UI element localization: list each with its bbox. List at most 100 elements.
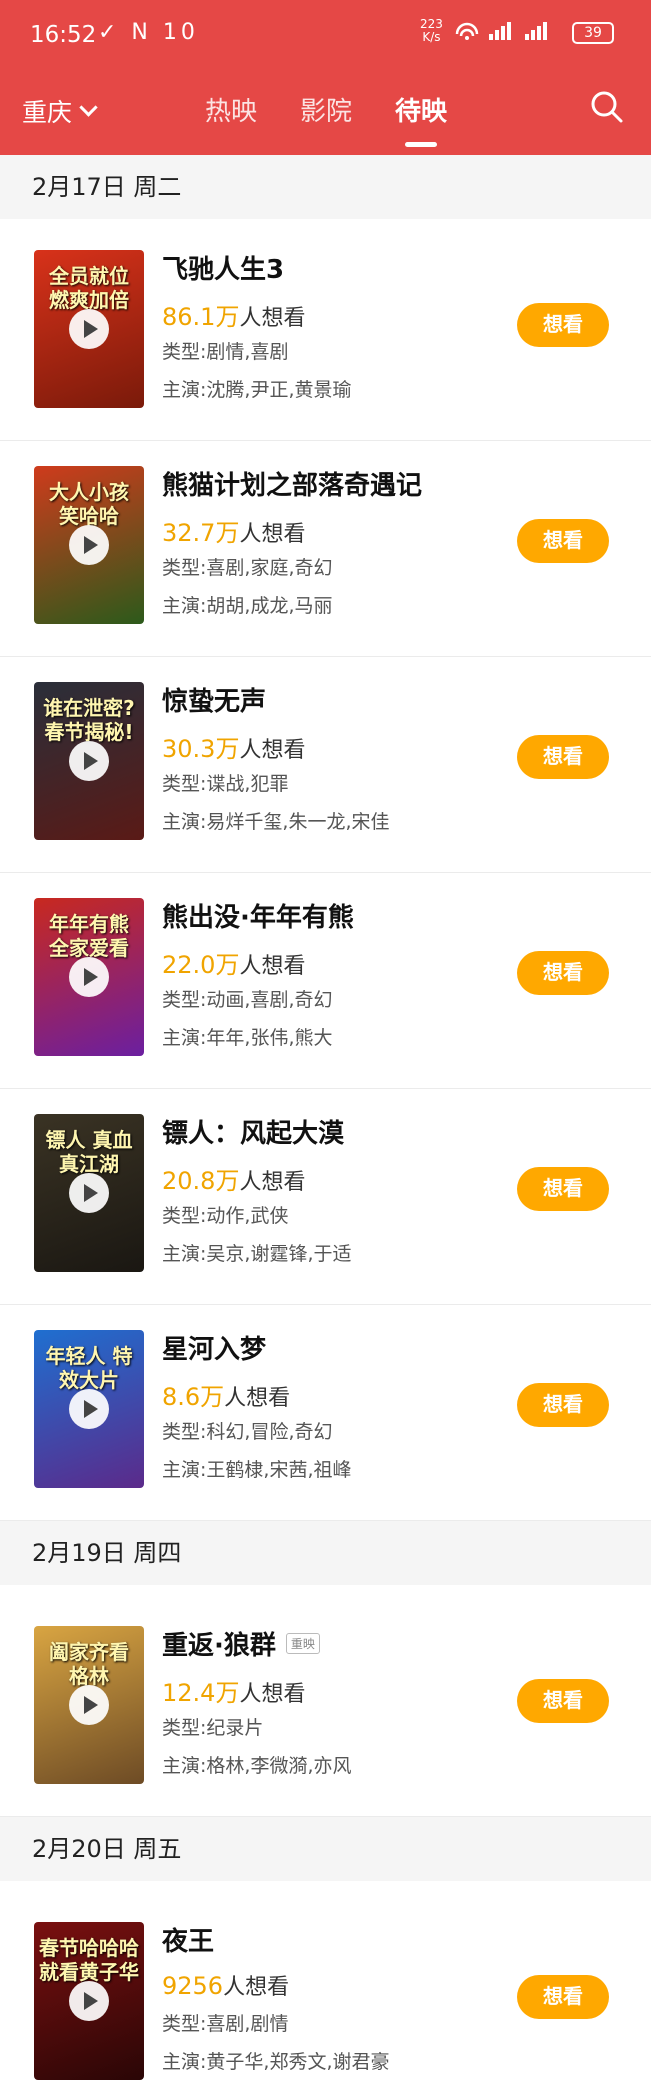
title-row: 夜王 [162,1917,502,1961]
play-icon[interactable] [69,525,109,565]
signal-wifi-icons [455,20,565,47]
title-row: 熊出没·年年有熊 [162,893,502,937]
movie-title[interactable]: 熊出没·年年有熊 [162,897,354,934]
date-header: 2月19日 周四 [0,1521,651,1585]
movie-poster[interactable]: 大人小孩 笑哈哈 [34,466,144,624]
poster-caption: 春节哈哈哈 就看黄子华 [39,1936,139,1984]
want-to-see-button[interactable]: 想看 [517,1383,609,1427]
movie-info: 星河入梦 8.6万人想看 类型:科幻,冒险,奇幻 主演:王鹤棣,宋茜,祖峰 [162,1325,502,1489]
chevron-down-icon [79,97,98,117]
movie-poster[interactable]: 镖人 真血 真江湖 [34,1114,144,1272]
movie-cast: 主演:沈腾,尹正,黄景瑜 [162,379,352,401]
poster-caption: 谁在泄密? 春节揭秘! [43,696,135,744]
play-icon[interactable] [69,957,109,997]
want-to-see-button[interactable]: 想看 [517,303,609,347]
play-icon[interactable] [69,1685,109,1725]
movie-poster[interactable]: 谁在泄密? 春节揭秘! [34,682,144,840]
play-icon[interactable] [69,741,109,781]
want-suffix: 人想看 [239,738,306,763]
movie-card[interactable]: 阖家齐看 格林 重返·狼群 重映 12.4万人想看 类型:纪录片 主演:格林,李微漪,亦风… [0,1601,651,1817]
title-row: 星河入梦 [162,1325,502,1369]
want-suffix: 人想看 [224,1386,291,1411]
want-suffix: 人想看 [239,522,306,547]
search-icon[interactable] [590,90,624,124]
status-notification-icons: ✓ N 10 [98,20,199,45]
movie-genre: 类型:动画,喜剧,奇幻 [162,989,333,1011]
movie-poster[interactable]: 年年有熊 全家爱看 [34,898,144,1056]
movie-poster[interactable]: 全员就位 燃爽加倍 [34,250,144,408]
movie-card[interactable]: 年年有熊 全家爱看 熊出没·年年有熊 22.0万人想看类型:动画,喜剧,奇幻 主演:年… [0,873,651,1089]
want-count-line: 22.0万人想看 [162,945,502,979]
movie-info: 飞驰人生3 86.1万人想看类型:剧情,喜剧主演:沈腾,尹正,黄景瑜 [162,245,502,409]
movie-card[interactable]: 年轻人 特效大片 星河入梦 8.6万人想看 类型:科幻,冒险,奇幻 主演:王鹤棣,宋茜,… [0,1305,651,1521]
movie-genre: 类型:剧情,喜剧 [162,341,289,363]
want-count: 12.4万 [162,1679,240,1707]
want-suffix: 人想看 [239,1170,306,1195]
movie-title[interactable]: 重返·狼群 [162,1625,276,1662]
movie-card[interactable]: 谁在泄密? 春节揭秘! 惊蛰无声 30.3万人想看 类型:谍战,犯罪 主演:易烊千玺,朱… [0,657,651,873]
want-count-line: 9256人想看 [162,1969,502,2003]
movie-genre: 类型:动作,武侠 [162,1205,289,1227]
movie-card[interactable]: 大人小孩 笑哈哈 熊猫计划之部落奇遇记 32.7万人想看类型:喜剧,家庭,奇幻 主演:… [0,441,651,657]
want-count-line: 20.8万人想看 [162,1161,502,1195]
movie-info: 夜王 9256人想看类型:喜剧,剧情主演:黄子华,郑秀文,谢君豪 [162,1917,502,2081]
movie-info: 惊蛰无声 30.3万人想看 类型:谍战,犯罪 主演:易烊千玺,朱一龙,宋佳 [162,677,502,841]
city-selector[interactable]: 重庆 [22,93,98,129]
movie-info: 熊出没·年年有熊 22.0万人想看类型:动画,喜剧,奇幻 主演:年年,张伟,熊大 [162,893,502,1057]
city-label: 重庆 [22,98,73,127]
poster-caption: 阖家齐看 格林 [49,1640,129,1688]
movie-cast: 主演:年年,张伟,熊大 [162,1027,333,1049]
want-count: 86.1万 [162,303,240,331]
movie-cast: 主演:吴京,谢霆锋,于适 [162,1243,352,1265]
want-suffix: 人想看 [239,1682,306,1707]
nav-row: 重庆 热映 影院 待映 [0,75,651,155]
movie-title[interactable]: 飞驰人生3 [162,249,284,286]
movie-poster[interactable]: 年轻人 特效大片 [34,1330,144,1488]
tab-now-showing[interactable]: 热映 [205,91,257,128]
movie-title[interactable]: 夜王 [162,1921,214,1958]
title-row: 飞驰人生3 [162,245,502,289]
movie-title[interactable]: 镖人：风起大漠 [162,1113,344,1150]
movie-cast: 主演:胡胡,成龙,马丽 [162,595,333,617]
status-time: 16:52 [30,22,97,48]
app-header: 16:52 ✓ N 10 223 K/s 39 重庆 热映 影院 待映 [0,0,651,155]
poster-caption: 大人小孩 笑哈哈 [49,480,129,528]
movie-genre: 类型:喜剧,家庭,奇幻 [162,557,333,579]
want-count-line: 32.7万人想看 [162,513,502,547]
poster-caption: 全员就位 燃爽加倍 [49,264,129,312]
want-count: 20.8万 [162,1167,240,1195]
date-header: 2月20日 周五 [0,1817,651,1881]
movie-card[interactable]: 春节哈哈哈 就看黄子华 夜王 9256人想看类型:喜剧,剧情主演:黄子华,郑秀文,谢… [0,1897,651,2081]
movie-cast: 主演:格林,李微漪,亦风 [162,1755,352,1777]
play-icon[interactable] [69,1173,109,1213]
play-icon[interactable] [69,1981,109,2021]
movie-genre: 类型:喜剧,剧情 [162,2013,289,2035]
want-to-see-button[interactable]: 想看 [517,1679,609,1723]
movie-card[interactable]: 镖人 真血 真江湖 镖人：风起大漠 20.8万人想看类型:动作,武侠主演:吴京,谢霆… [0,1089,651,1305]
want-count: 9256 [162,1972,224,2000]
movie-title[interactable]: 星河入梦 [162,1329,266,1366]
want-count-line: 86.1万人想看 [162,297,502,331]
title-row: 惊蛰无声 [162,677,502,721]
want-to-see-button[interactable]: 想看 [517,951,609,995]
movie-title[interactable]: 惊蛰无声 [162,681,266,718]
tab-cinemas[interactable]: 影院 [300,91,352,128]
play-icon[interactable] [69,309,109,349]
want-count-line: 30.3万人想看 [162,729,502,763]
tab-coming-soon[interactable]: 待映 [395,91,447,128]
want-to-see-button[interactable]: 想看 [517,1167,609,1211]
want-suffix: 人想看 [239,306,306,331]
poster-caption: 年年有熊 全家爱看 [49,912,129,960]
want-to-see-button[interactable]: 想看 [517,519,609,563]
movie-genre: 类型:科幻,冒险,奇幻 [162,1421,333,1443]
title-row: 镖人：风起大漠 [162,1109,502,1153]
movie-poster[interactable]: 春节哈哈哈 就看黄子华 [34,1922,144,2080]
movie-title[interactable]: 熊猫计划之部落奇遇记 [162,465,422,502]
movie-card[interactable]: 全员就位 燃爽加倍 飞驰人生3 86.1万人想看类型:剧情,喜剧主演:沈腾,尹正,黄… [0,225,651,441]
want-to-see-button[interactable]: 想看 [517,1975,609,2019]
play-icon[interactable] [69,1389,109,1429]
movie-cast: 主演:黄子华,郑秀文,谢君豪 [162,2051,390,2073]
movie-poster[interactable]: 阖家齐看 格林 [34,1626,144,1784]
want-to-see-button[interactable]: 想看 [517,735,609,779]
network-speed: 223 K/s [420,17,443,44]
